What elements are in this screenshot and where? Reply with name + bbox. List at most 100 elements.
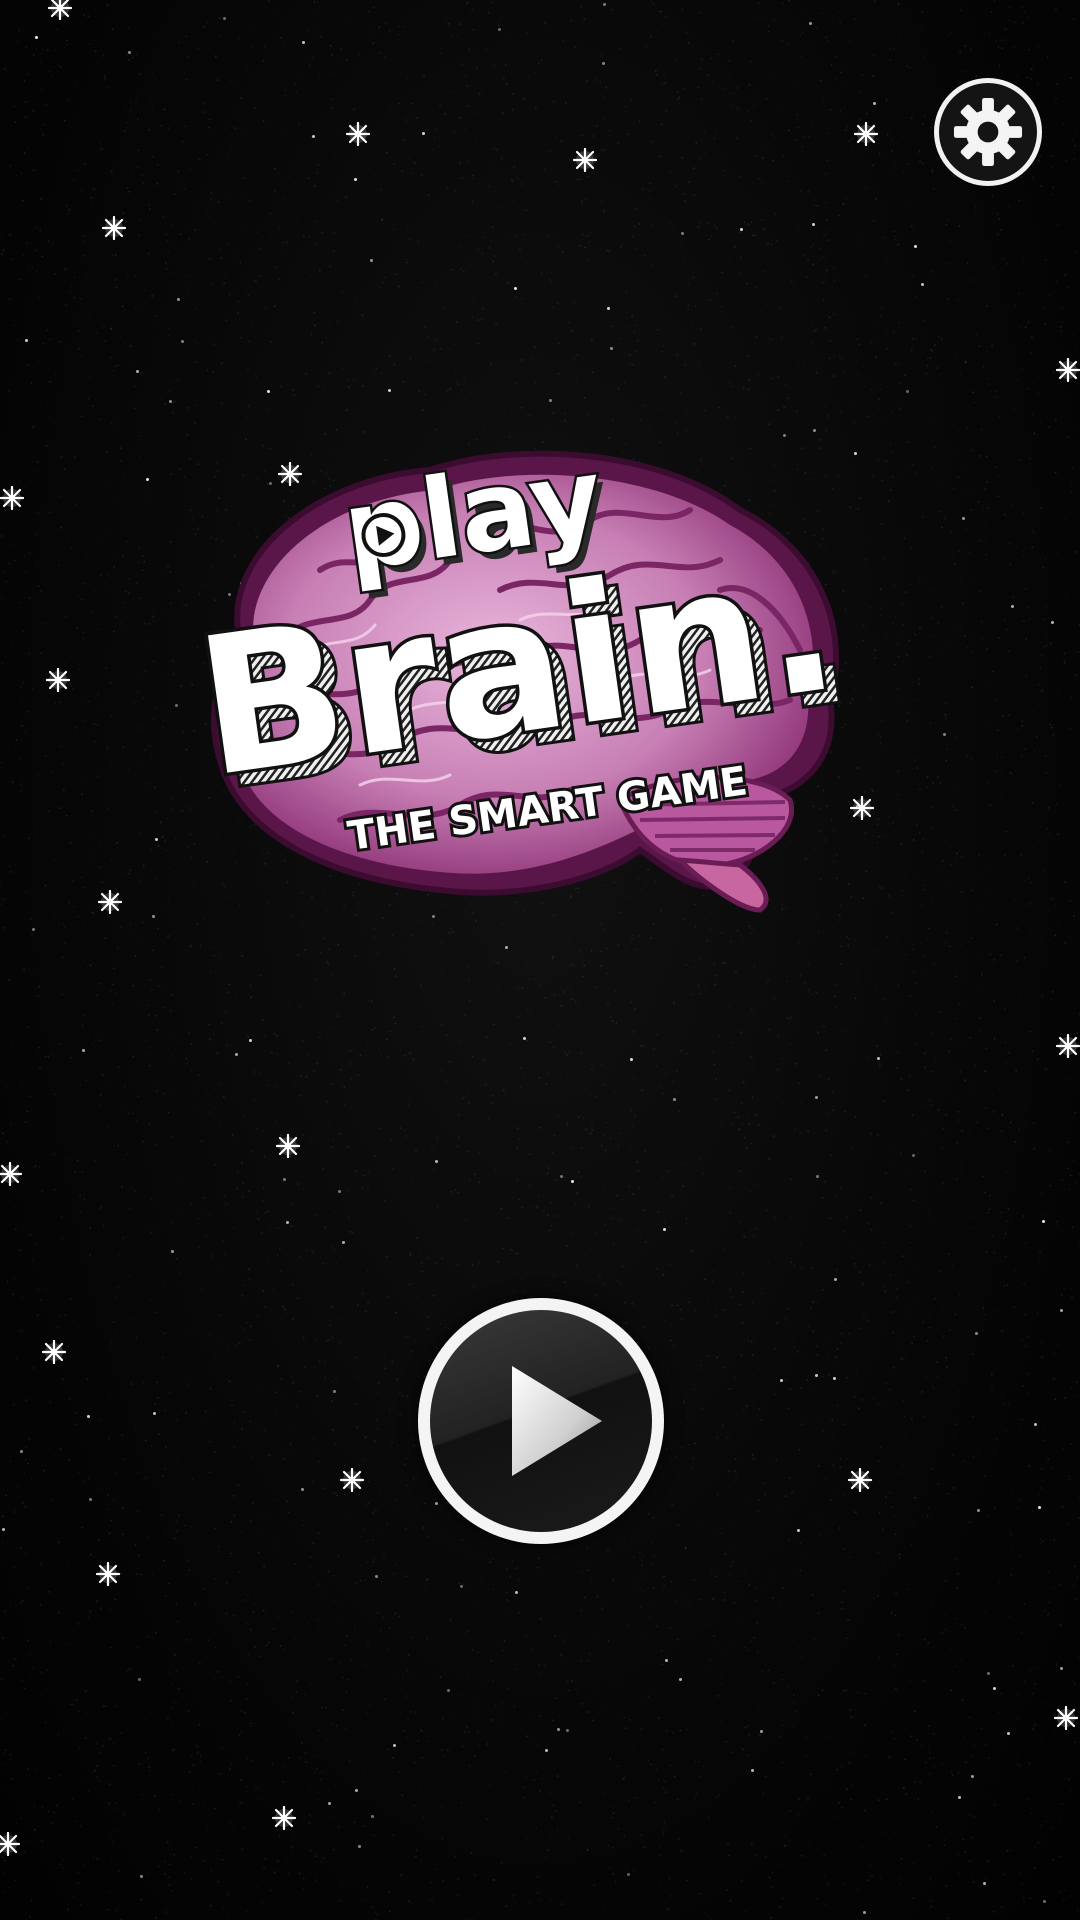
- star-dot: [1007, 1732, 1010, 1735]
- star-dot: [815, 1096, 818, 1099]
- play-button-face: [430, 1310, 652, 1532]
- star-dot: [1043, 1900, 1046, 1903]
- star-sparkle: [271, 1805, 297, 1831]
- star-dot: [140, 1875, 143, 1878]
- star-dot: [155, 838, 158, 841]
- play-button[interactable]: [418, 1298, 664, 1544]
- star-dot: [1038, 1506, 1041, 1509]
- star-dot: [515, 1591, 518, 1594]
- star-dot: [663, 1228, 666, 1231]
- star-sparkle: [1055, 357, 1080, 383]
- star-dot: [249, 1039, 252, 1042]
- star-dot: [943, 733, 946, 736]
- star-dot: [958, 1796, 961, 1799]
- star-dot: [1034, 1423, 1037, 1426]
- star-sparkle: [45, 667, 71, 693]
- star-dot: [914, 245, 917, 248]
- star-dot: [813, 429, 816, 432]
- star-dot: [545, 1749, 548, 1752]
- star-dot: [89, 1498, 92, 1501]
- star-dot: [962, 517, 965, 520]
- star-sparkle: [101, 215, 127, 241]
- star-dot: [136, 370, 139, 373]
- star-dot: [975, 1332, 978, 1335]
- star-dot: [873, 102, 876, 105]
- star-dot: [312, 135, 315, 138]
- star-dot: [20, 1450, 23, 1453]
- star-dot: [146, 478, 149, 481]
- star-dot: [833, 1377, 836, 1380]
- star-sparkle: [339, 1467, 365, 1493]
- settings-button[interactable]: [934, 78, 1042, 186]
- star-dot: [393, 1744, 396, 1747]
- star-dot: [987, 1672, 990, 1675]
- star-sparkle: [1053, 1705, 1079, 1731]
- star-dot: [177, 298, 180, 301]
- star-dot: [153, 1412, 156, 1415]
- star-dot: [627, 1873, 630, 1876]
- star-dot: [971, 1775, 974, 1778]
- star-dot: [460, 1585, 463, 1588]
- star-dot: [235, 1053, 238, 1056]
- star-dot: [370, 259, 373, 262]
- star-sparkle: [275, 1133, 301, 1159]
- star-dot: [32, 928, 35, 931]
- star-dot: [863, 1911, 866, 1914]
- star-dot: [673, 1098, 676, 1101]
- star-dot: [1051, 621, 1054, 624]
- star-dot: [681, 232, 684, 235]
- star-dot: [809, 22, 812, 25]
- star-dot: [1011, 605, 1014, 608]
- star-dot: [25, 339, 28, 342]
- star-dot: [128, 51, 131, 54]
- star-sparkle: [0, 1831, 21, 1857]
- star-dot: [812, 223, 815, 226]
- star-dot: [138, 1678, 141, 1681]
- star-dot: [906, 390, 909, 393]
- star-dot: [549, 399, 552, 402]
- star-sparkle: [1055, 1033, 1080, 1059]
- star-dot: [283, 1178, 286, 1181]
- star-dot: [1060, 1667, 1063, 1670]
- star-dot: [679, 1678, 682, 1681]
- star-dot: [740, 228, 743, 231]
- star-dot: [302, 41, 305, 44]
- star-dot: [82, 1049, 85, 1052]
- star-dot: [610, 347, 613, 350]
- star-dot: [665, 1659, 668, 1662]
- star-sparkle: [0, 485, 25, 511]
- star-sparkle: [95, 1561, 121, 1587]
- star-dot: [171, 1250, 174, 1253]
- star-dot: [338, 1190, 341, 1193]
- star-dot: [815, 1374, 818, 1377]
- star-sparkle: [572, 147, 598, 173]
- star-dot: [566, 1729, 569, 1732]
- star-dot: [560, 1175, 563, 1178]
- star-dot: [1042, 1220, 1045, 1223]
- star-dot: [358, 1845, 361, 1848]
- star-dot: [169, 400, 172, 403]
- game-logo: play play Brain. Brain. THE SMART GAME: [200, 440, 866, 913]
- star-dot: [514, 287, 517, 290]
- star-dot: [877, 1057, 880, 1060]
- star-dot: [152, 915, 155, 918]
- star-sparkle: [47, 0, 73, 21]
- star-sparkle: [97, 889, 123, 915]
- star-dot: [760, 1730, 763, 1733]
- star-sparkle: [847, 1467, 873, 1493]
- star-dot: [447, 1689, 450, 1692]
- star-dot: [912, 1154, 915, 1157]
- star-dot: [333, 1390, 336, 1393]
- star-dot: [435, 1502, 438, 1505]
- star-dot: [751, 1769, 754, 1772]
- star-dot: [342, 1241, 345, 1244]
- star-dot: [223, 17, 226, 20]
- star-dot: [181, 340, 184, 343]
- game-screen: play play Brain. Brain. THE SMART GAME: [0, 0, 1080, 1920]
- star-dot: [603, 3, 606, 6]
- star-dot: [355, 1789, 358, 1792]
- star-dot: [175, 704, 178, 707]
- star-dot: [267, 390, 270, 393]
- star-dot: [87, 1415, 90, 1418]
- star-dot: [286, 1221, 289, 1224]
